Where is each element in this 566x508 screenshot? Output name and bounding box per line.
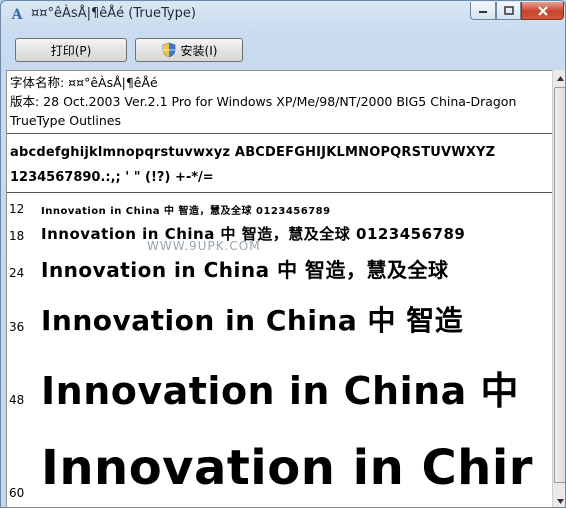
size-label: 12 — [9, 202, 25, 216]
font-viewer-window: A ¤¤°êÀsÅ|¶êÅé (TrueType) 打印(P) 安装(I) 字体… — [0, 0, 566, 508]
app-font-icon: A — [11, 7, 23, 23]
watermark: WWW.9UPK.COM — [147, 239, 261, 253]
sample-line-48: Innovation in China 中 — [41, 369, 520, 413]
font-version-line: 版本: 28 Oct.2003 Ver.2.1 Pro for Windows … — [10, 94, 517, 109]
scroll-thumb[interactable] — [554, 87, 565, 483]
print-button-label: 打印(P) — [50, 43, 92, 58]
install-button[interactable]: 安装(I) — [135, 38, 243, 62]
scroll-down-icon — [557, 498, 564, 504]
charset-digits: 1234567890.:,; ' " (!?) +-*/= — [10, 170, 214, 185]
size-label: 18 — [9, 229, 25, 243]
vertical-scrollbar[interactable] — [552, 70, 565, 507]
size-label: 48 — [9, 393, 25, 407]
size-label: 36 — [9, 320, 25, 334]
window-title: ¤¤°êÀsÅ|¶êÅé (TrueType) — [31, 6, 196, 21]
title-bar[interactable]: A ¤¤°êÀsÅ|¶êÅé (TrueType) — [1, 1, 565, 29]
divider — [7, 133, 553, 134]
font-name-line: 字体名称: ¤¤°êÀsÅ|¶êÅé — [10, 75, 158, 90]
install-button-label: 安装(I) — [180, 43, 218, 58]
close-button[interactable] — [521, 2, 564, 20]
size-label: 24 — [9, 266, 25, 280]
toolbar: 打印(P) 安装(I) — [9, 30, 557, 68]
scroll-down-button[interactable] — [553, 493, 565, 507]
minimize-button[interactable] — [470, 2, 496, 20]
maximize-icon — [503, 6, 514, 15]
minimize-icon — [479, 10, 487, 13]
font-type-line: TrueType Outlines — [10, 113, 121, 128]
charset-letters: abcdefghijklmnopqrstuvwxyz ABCDEFGHIJKLM… — [10, 145, 496, 160]
maximize-button[interactable] — [496, 2, 521, 20]
sample-line-60: Innovation in Chir — [41, 440, 533, 496]
shield-icon — [162, 42, 175, 58]
close-icon — [537, 5, 548, 16]
size-label: 60 — [9, 486, 25, 500]
sample-line-36: Innovation in China 中 智造 — [41, 304, 464, 337]
font-info: 字体名称: ¤¤°êÀsÅ|¶êÅé 版本: 28 Oct.2003 Ver.2… — [10, 73, 516, 130]
font-preview-pane: 字体名称: ¤¤°êÀsÅ|¶êÅé 版本: 28 Oct.2003 Ver.2… — [6, 70, 553, 507]
divider — [7, 192, 553, 193]
print-button[interactable]: 打印(P) — [15, 38, 127, 62]
sample-line-24: Innovation in China 中 智造，慧及全球 — [41, 258, 449, 282]
scroll-up-button[interactable] — [553, 70, 565, 86]
sample-line-12: Innovation in China 中 智造，慧及全球 0123456789 — [41, 206, 331, 217]
scroll-up-icon — [557, 75, 564, 81]
